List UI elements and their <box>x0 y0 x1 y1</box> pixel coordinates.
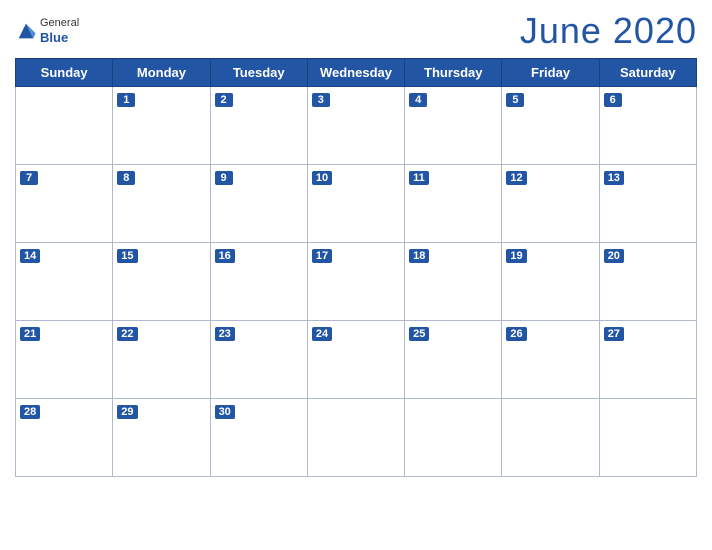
day-number: 22 <box>117 327 137 341</box>
header-friday: Friday <box>502 59 599 87</box>
calendar-cell-1-2: 9 <box>210 165 307 243</box>
day-number: 5 <box>506 93 524 107</box>
day-number: 8 <box>117 171 135 185</box>
calendar-cell-0-1: 1 <box>113 87 210 165</box>
day-number: 28 <box>20 405 40 419</box>
calendar-cell-1-5: 12 <box>502 165 599 243</box>
calendar-week-1: 1 2 3 4 5 6 <box>16 87 697 165</box>
calendar-cell-0-2: 2 <box>210 87 307 165</box>
calendar-cell-4-0: 28 <box>16 399 113 477</box>
day-number: 30 <box>215 405 235 419</box>
calendar-cell-2-4: 18 <box>405 243 502 321</box>
logo: General Blue <box>15 17 79 46</box>
day-number: 6 <box>604 93 622 107</box>
day-number: 15 <box>117 249 137 263</box>
calendar-cell-2-5: 19 <box>502 243 599 321</box>
day-number: 29 <box>117 405 137 419</box>
calendar-cell-4-6 <box>599 399 696 477</box>
calendar-page: General Blue June 2020 Sunday Monday Tue… <box>0 0 712 550</box>
day-number: 19 <box>506 249 526 263</box>
day-number: 9 <box>215 171 233 185</box>
day-number: 13 <box>604 171 624 185</box>
calendar-cell-3-5: 26 <box>502 321 599 399</box>
calendar-cell-4-4 <box>405 399 502 477</box>
logo-blue: Blue <box>40 30 79 46</box>
day-number: 3 <box>312 93 330 107</box>
calendar-cell-3-2: 23 <box>210 321 307 399</box>
day-number: 17 <box>312 249 332 263</box>
day-number: 21 <box>20 327 40 341</box>
calendar-cell-1-1: 8 <box>113 165 210 243</box>
calendar-week-2: 7 8 9 10 11 12 13 <box>16 165 697 243</box>
month-title: June 2020 <box>520 10 697 52</box>
day-number: 4 <box>409 93 427 107</box>
calendar-cell-4-5 <box>502 399 599 477</box>
calendar-cell-3-6: 27 <box>599 321 696 399</box>
calendar-cell-1-4: 11 <box>405 165 502 243</box>
calendar-cell-3-4: 25 <box>405 321 502 399</box>
day-number: 23 <box>215 327 235 341</box>
logo-general: General <box>40 17 79 30</box>
day-number: 7 <box>20 171 38 185</box>
calendar-cell-2-3: 17 <box>307 243 404 321</box>
calendar-cell-3-1: 22 <box>113 321 210 399</box>
day-number: 14 <box>20 249 40 263</box>
day-number: 1 <box>117 93 135 107</box>
logo-text: General Blue <box>40 17 79 46</box>
header-monday: Monday <box>113 59 210 87</box>
day-number: 18 <box>409 249 429 263</box>
calendar-cell-0-3: 3 <box>307 87 404 165</box>
day-number: 11 <box>409 171 429 185</box>
calendar-body: 1234567891011121314151617181920212223242… <box>16 87 697 477</box>
calendar-cell-1-0: 7 <box>16 165 113 243</box>
day-number: 12 <box>506 171 526 185</box>
header-thursday: Thursday <box>405 59 502 87</box>
day-number: 16 <box>215 249 235 263</box>
calendar-week-3: 14 15 16 17 18 19 20 <box>16 243 697 321</box>
calendar-cell-3-0: 21 <box>16 321 113 399</box>
logo-icon <box>15 20 37 42</box>
header-tuesday: Tuesday <box>210 59 307 87</box>
page-header: General Blue June 2020 <box>15 10 697 52</box>
calendar-table: Sunday Monday Tuesday Wednesday Thursday… <box>15 58 697 477</box>
calendar-cell-2-6: 20 <box>599 243 696 321</box>
day-number: 20 <box>604 249 624 263</box>
day-number: 10 <box>312 171 332 185</box>
day-number: 2 <box>215 93 233 107</box>
header-saturday: Saturday <box>599 59 696 87</box>
calendar-cell-1-3: 10 <box>307 165 404 243</box>
day-number: 26 <box>506 327 526 341</box>
day-number: 25 <box>409 327 429 341</box>
day-number: 24 <box>312 327 332 341</box>
calendar-cell-0-4: 4 <box>405 87 502 165</box>
calendar-cell-2-0: 14 <box>16 243 113 321</box>
header-wednesday: Wednesday <box>307 59 404 87</box>
header-sunday: Sunday <box>16 59 113 87</box>
calendar-cell-0-5: 5 <box>502 87 599 165</box>
calendar-cell-0-0 <box>16 87 113 165</box>
calendar-week-4: 21 22 23 24 25 26 27 <box>16 321 697 399</box>
weekday-header-row: Sunday Monday Tuesday Wednesday Thursday… <box>16 59 697 87</box>
calendar-cell-4-3 <box>307 399 404 477</box>
calendar-cell-4-1: 29 <box>113 399 210 477</box>
calendar-cell-2-2: 16 <box>210 243 307 321</box>
calendar-cell-4-2: 30 <box>210 399 307 477</box>
calendar-cell-3-3: 24 <box>307 321 404 399</box>
calendar-week-5: 28 29 30 <box>16 399 697 477</box>
day-number: 27 <box>604 327 624 341</box>
calendar-cell-2-1: 15 <box>113 243 210 321</box>
calendar-cell-0-6: 6 <box>599 87 696 165</box>
calendar-cell-1-6: 13 <box>599 165 696 243</box>
